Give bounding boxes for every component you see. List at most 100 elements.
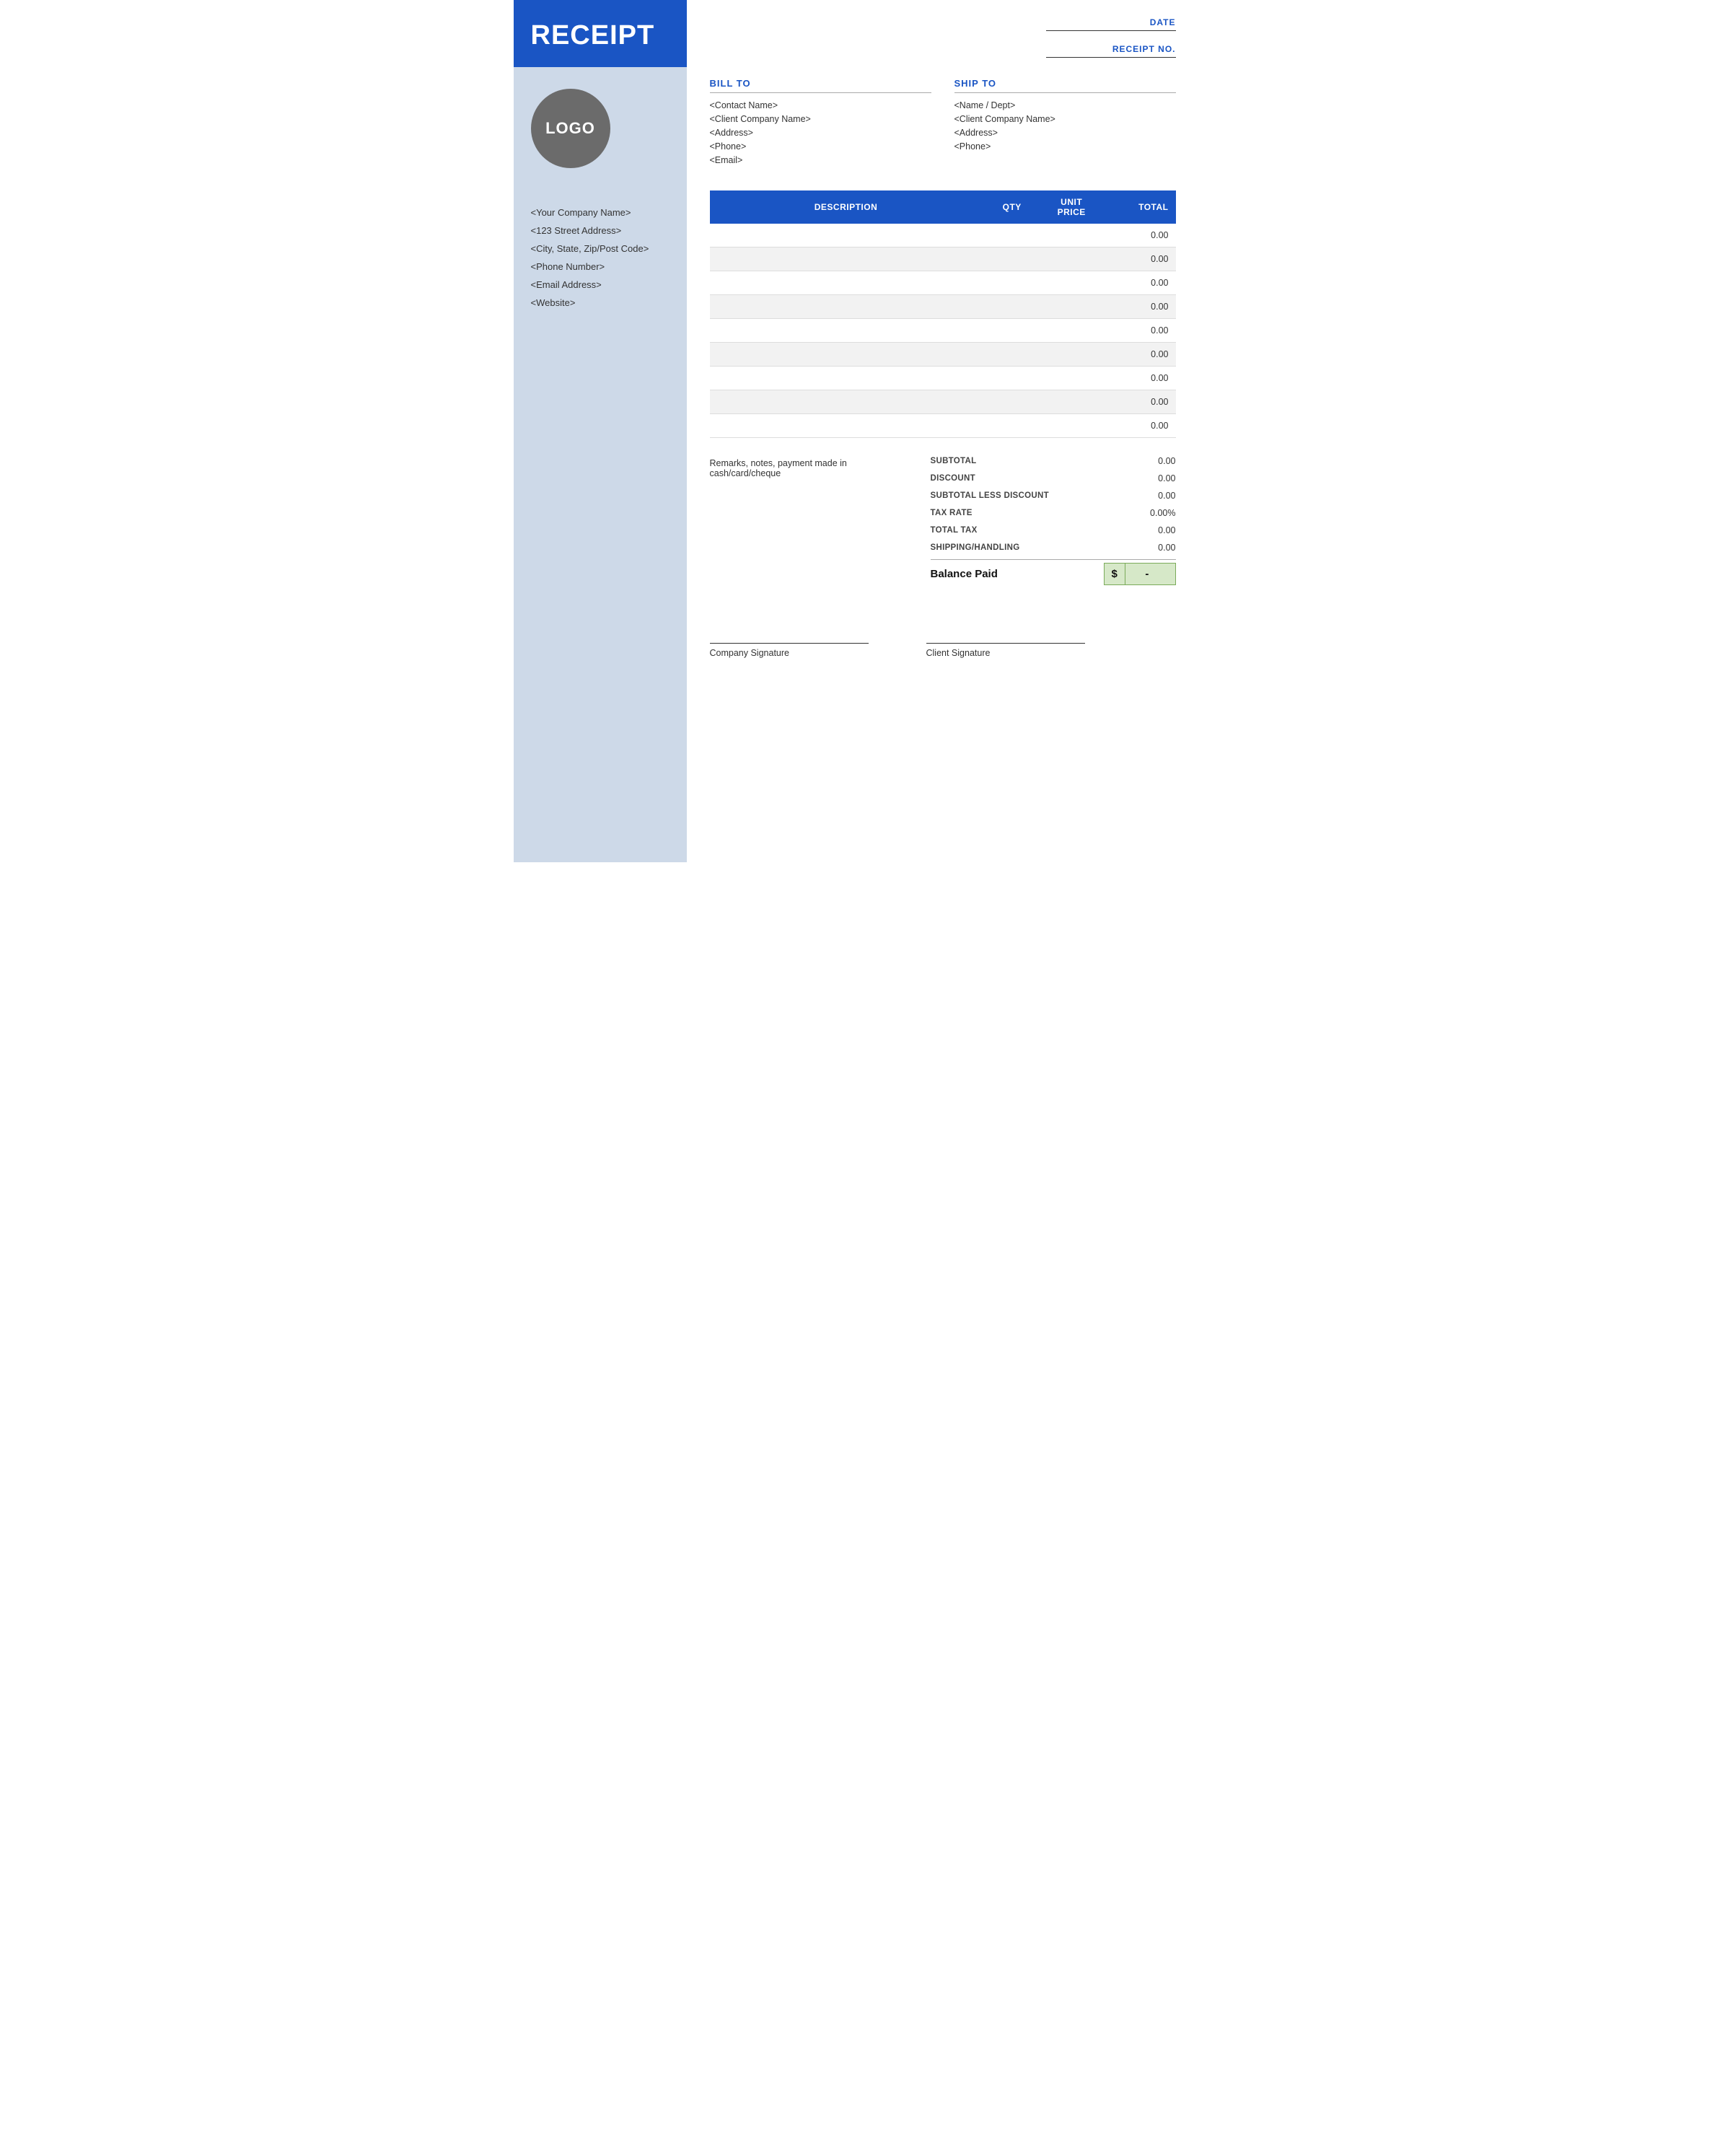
balance-dollar: $ [1105,564,1125,584]
row-description [710,390,983,414]
header-description: DESCRIPTION [710,190,983,224]
balance-label: Balance Paid [931,568,998,580]
company-signature-line [710,643,869,644]
ship-to-title: SHIP TO [954,78,1176,93]
balance-row: Balance Paid $ - [931,563,1176,585]
row-unit-price [1042,319,1101,343]
row-qty [982,247,1041,271]
subtotal-less-discount-label: SUBTOTAL LESS DISCOUNT [931,491,1049,500]
row-unit-price [1042,390,1101,414]
row-total: 0.00 [1101,390,1175,414]
total-tax-row: TOTAL TAX 0.00 [931,522,1176,539]
subtotal-label: SUBTOTAL [931,457,977,465]
ship-to-name-dept: <Name / Dept> [954,100,1176,110]
company-city-state: <City, State, Zip/Post Code> [531,243,670,254]
row-total: 0.00 [1101,367,1175,390]
subtotal-less-discount-row: SUBTOTAL LESS DISCOUNT 0.00 [931,487,1176,504]
bill-to-phone: <Phone> [710,141,931,152]
company-email: <Email Address> [531,279,670,290]
row-qty [982,295,1041,319]
row-qty [982,319,1041,343]
table-row: 0.00 [710,247,1176,271]
row-unit-price [1042,414,1101,438]
row-description [710,319,983,343]
totals-divider [931,559,1176,560]
receipt-page: RECEIPT LOGO <Your Company Name> <123 St… [514,0,1199,862]
table-row: 0.00 [710,271,1176,295]
meta-section: DATE RECEIPT NO. [710,17,1176,58]
row-total: 0.00 [1101,247,1175,271]
row-description [710,247,983,271]
table-row: 0.00 [710,414,1176,438]
main-content: DATE RECEIPT NO. BILL TO <Contact Name> … [687,0,1199,862]
client-signature-label: Client Signature [926,648,1085,658]
shipping-value: 0.00 [1133,543,1176,553]
subtotal-row: SUBTOTAL 0.00 [931,452,1176,470]
discount-row: DISCOUNT 0.00 [931,470,1176,487]
company-address: <123 Street Address> [531,225,670,236]
row-total: 0.00 [1101,343,1175,367]
logo-area: LOGO [514,67,687,207]
company-website: <Website> [531,297,670,308]
date-field: DATE [1046,17,1176,31]
table-row: 0.00 [710,319,1176,343]
total-tax-value: 0.00 [1133,525,1176,535]
company-signature-block: Company Signature [710,643,869,658]
row-description [710,343,983,367]
totals-block: SUBTOTAL 0.00 DISCOUNT 0.00 SUBTOTAL LES… [931,452,1176,585]
company-phone: <Phone Number> [531,261,670,272]
balance-value-box: $ - [1104,563,1176,585]
row-qty [982,414,1041,438]
address-section: BILL TO <Contact Name> <Client Company N… [710,78,1176,169]
company-name: <Your Company Name> [531,207,670,218]
signature-section: Company Signature Client Signature [710,636,1176,658]
row-unit-price [1042,367,1101,390]
row-unit-price [1042,343,1101,367]
tax-rate-row: TAX RATE 0.00% [931,504,1176,522]
client-signature-block: Client Signature [926,643,1085,658]
shipping-row: SHIPPING/HANDLING 0.00 [931,539,1176,556]
date-label: DATE [1150,17,1176,27]
discount-label: DISCOUNT [931,474,975,483]
table-row: 0.00 [710,367,1176,390]
row-description [710,224,983,247]
row-total: 0.00 [1101,295,1175,319]
row-qty [982,343,1041,367]
row-unit-price [1042,224,1101,247]
balance-amount: - [1125,564,1169,584]
row-qty [982,224,1041,247]
remarks: Remarks, notes, payment made in cash/car… [710,452,916,585]
receipt-no-field: RECEIPT NO. [1046,44,1176,58]
row-qty [982,390,1041,414]
row-qty [982,367,1041,390]
row-qty [982,271,1041,295]
header-unit-price: UNIT PRICE [1042,190,1101,224]
tax-rate-label: TAX RATE [931,509,973,517]
items-table: DESCRIPTION QTY UNIT PRICE TOTAL 0.000.0… [710,190,1176,438]
row-total: 0.00 [1101,319,1175,343]
sidebar-header: RECEIPT [514,0,687,67]
receipt-no-label: RECEIPT NO. [1112,44,1176,54]
ship-to-block: SHIP TO <Name / Dept> <Client Company Na… [954,78,1176,169]
subtotal-less-discount-value: 0.00 [1133,491,1176,501]
row-description [710,271,983,295]
subtotal-value: 0.00 [1133,456,1176,466]
row-unit-price [1042,295,1101,319]
bill-to-company: <Client Company Name> [710,114,931,124]
row-description [710,295,983,319]
receipt-title: RECEIPT [531,20,670,51]
table-row: 0.00 [710,390,1176,414]
bill-to-contact: <Contact Name> [710,100,931,110]
tax-rate-value: 0.00% [1133,508,1176,518]
discount-value: 0.00 [1133,473,1176,483]
company-info: <Your Company Name> <123 Street Address>… [514,207,687,308]
bill-to-title: BILL TO [710,78,931,93]
receipt-no-line [1046,57,1176,58]
company-signature-label: Company Signature [710,648,869,658]
row-unit-price [1042,247,1101,271]
ship-to-company: <Client Company Name> [954,114,1176,124]
table-row: 0.00 [710,343,1176,367]
row-description [710,414,983,438]
ship-to-address: <Address> [954,128,1176,138]
footer-section: Remarks, notes, payment made in cash/car… [710,452,1176,585]
